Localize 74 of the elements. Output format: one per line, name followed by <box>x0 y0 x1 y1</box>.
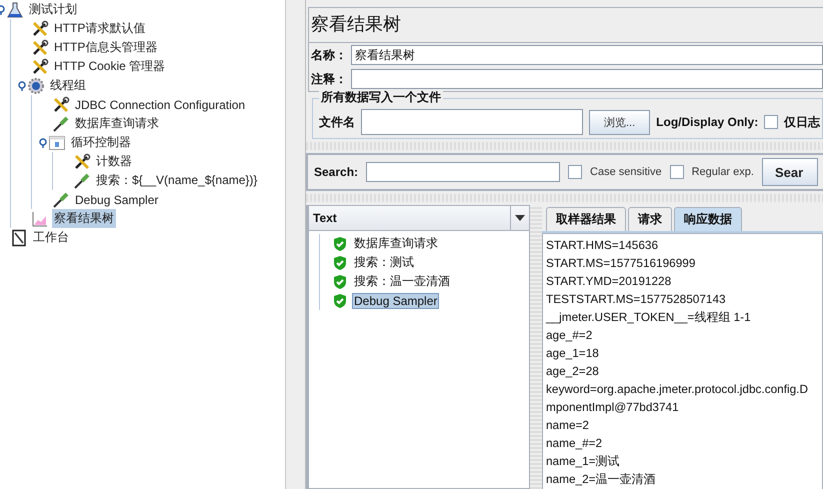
comment-field[interactable] <box>351 69 823 89</box>
tab[interactable]: 请求 <box>628 207 672 231</box>
name-field[interactable]: 察看结果树 <box>351 45 823 65</box>
response-line: mponentImpl@77bd3741 <box>546 399 680 416</box>
splitter-handle[interactable] <box>306 142 823 150</box>
dropper-icon <box>52 190 70 208</box>
response-line: TESTSTART.MS=1577528507143 <box>546 291 727 308</box>
name-label: 名称： <box>311 46 347 64</box>
expand-handle-icon[interactable] <box>38 138 48 148</box>
caret-icon <box>515 215 525 221</box>
tree-item[interactable]: 循环控制器 <box>69 133 133 152</box>
response-line: name_#=2 <box>546 435 604 452</box>
response-line: START.MS=1577516196999 <box>546 255 696 272</box>
tree-item[interactable]: HTTP Cookie 管理器 <box>52 57 168 76</box>
response-line: age_#=2 <box>546 327 594 344</box>
renderer-value: Text <box>312 210 338 227</box>
gear-icon <box>27 76 45 94</box>
search-button[interactable]: Sear <box>762 158 818 186</box>
response-line: age_1=18 <box>546 345 600 362</box>
tree-item[interactable]: 察看结果树 <box>52 209 116 228</box>
sample-item[interactable]: Debug Sampler <box>352 292 440 308</box>
search-field[interactable] <box>366 162 560 182</box>
graph-icon <box>31 210 49 228</box>
tree-item[interactable]: 搜索：${__V(name_${name})} <box>94 171 260 190</box>
errors-checkbox[interactable] <box>764 115 778 129</box>
regex-label: Regular exp. <box>692 166 754 178</box>
tree-item[interactable]: HTTP信息头管理器 <box>52 38 160 57</box>
wrench-icon <box>52 96 70 114</box>
tree-item[interactable]: 工作台 <box>31 228 71 247</box>
regex-checkbox[interactable] <box>670 165 684 179</box>
log-display-label: Log/Display Only: <box>656 115 758 129</box>
response-line: START.HMS=145636 <box>546 237 660 254</box>
sample-item[interactable]: 数据库查询请求 <box>352 234 440 253</box>
tree-item[interactable]: 测试计划 <box>27 0 79 19</box>
response-line: age_2=28 <box>546 363 600 380</box>
filename-field[interactable] <box>361 109 583 135</box>
case-sensitive-label: Case sensitive <box>590 166 662 178</box>
panel-title: 察看结果树 <box>309 8 823 43</box>
response-line: __jmeter.USER_TOKEN__=线程组 1-1 <box>546 309 752 326</box>
response-line: name=2 <box>546 417 590 434</box>
dropper-icon <box>52 114 70 132</box>
group-title: 所有数据写入一个文件 <box>319 89 443 106</box>
tree-item[interactable]: Debug Sampler <box>73 192 160 208</box>
case-sensitive-checkbox[interactable] <box>568 165 582 179</box>
tree-item[interactable]: 数据库查询请求 <box>73 114 161 133</box>
response-line: keyword=org.apache.jmeter.protocol.jdbc.config.D <box>546 381 809 398</box>
tree-item[interactable]: JDBC Connection Configuration <box>73 96 248 112</box>
comment-label: 注释： <box>311 70 347 88</box>
wrench-icon <box>31 58 49 76</box>
wrench-icon <box>73 152 91 170</box>
browse-button[interactable]: 浏览... <box>589 110 650 134</box>
notebook-icon <box>10 228 28 246</box>
loop-icon <box>48 134 66 152</box>
wrench-icon <box>31 20 49 38</box>
tree-item[interactable]: HTTP请求默认值 <box>52 19 148 38</box>
errors-label: 仅日志 <box>784 114 820 130</box>
search-label: Search: <box>314 165 358 179</box>
sample-item[interactable]: 搜索：测试 <box>352 253 416 272</box>
response-line: name_2=温一壶清酒 <box>546 471 657 488</box>
splitter-handle[interactable] <box>306 194 823 202</box>
tree-item[interactable]: 计数器 <box>94 152 134 171</box>
response-line: name_1=测试 <box>546 453 621 470</box>
tab[interactable]: 响应数据 <box>674 207 742 231</box>
tab[interactable]: 取样器结果 <box>546 207 626 231</box>
wrench-icon <box>31 38 49 56</box>
sample-item[interactable]: 搜索：温一壶清酒 <box>352 272 452 291</box>
filename-label: 文件名 <box>319 114 355 130</box>
renderer-dropdown[interactable]: Text <box>309 206 529 231</box>
flask-icon <box>6 0 24 18</box>
dropper-icon <box>73 172 91 190</box>
response-line: START.YMD=20191228 <box>546 273 672 290</box>
tree-item[interactable]: 线程组 <box>48 76 88 95</box>
expand-handle-icon[interactable] <box>17 80 27 90</box>
splitter-handle[interactable] <box>530 205 542 489</box>
